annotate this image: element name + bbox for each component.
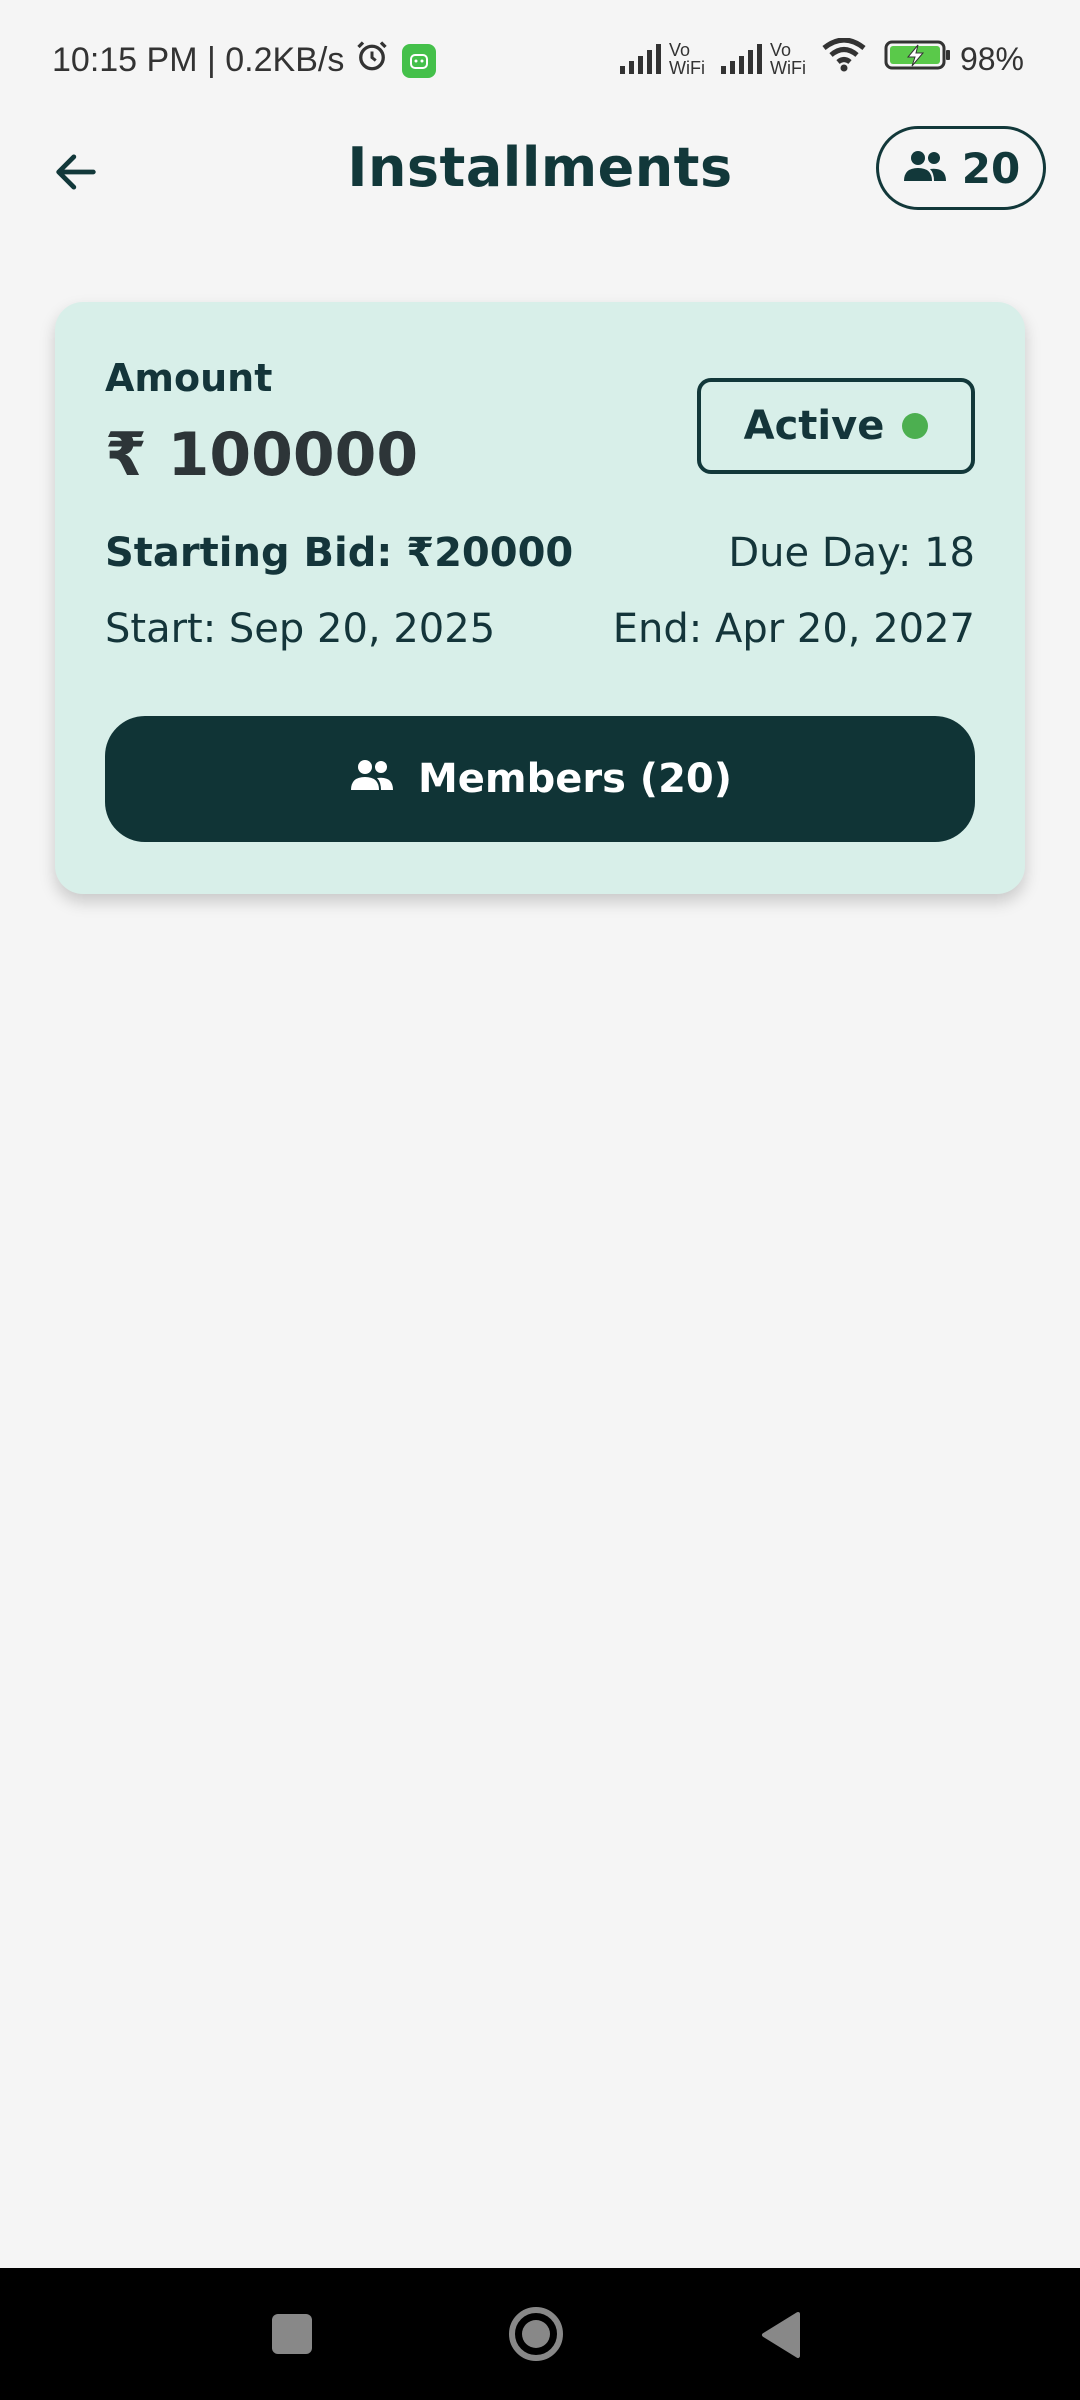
app-bar: Installments 20 bbox=[0, 120, 1080, 220]
alarm-icon bbox=[354, 38, 390, 83]
people-icon bbox=[348, 756, 396, 802]
wifi-icon bbox=[822, 37, 866, 80]
status-dot-icon bbox=[902, 413, 929, 439]
status-label: Active bbox=[743, 403, 885, 449]
signal-icon bbox=[619, 44, 661, 74]
people-icon bbox=[902, 144, 948, 193]
status-time-speed: 10:15 PM | 0.2KB/s bbox=[52, 41, 345, 79]
start-date: Start: Sep 20, 2025 bbox=[105, 606, 496, 652]
status-badge: Active bbox=[697, 378, 975, 474]
square-icon[interactable] bbox=[272, 2314, 312, 2354]
system-nav-bar bbox=[0, 2268, 1080, 2400]
vowifi-icon-2: Vo WiFi bbox=[769, 40, 806, 78]
members-count: 20 bbox=[961, 143, 1021, 193]
due-day: Due Day: 18 bbox=[728, 530, 975, 576]
battery-icon bbox=[884, 39, 952, 79]
end-date: End: Apr 20, 2027 bbox=[612, 606, 975, 652]
battery-percent: 98% bbox=[959, 40, 1024, 77]
status-left: 10:15 PM | 0.2KB/s bbox=[52, 38, 437, 83]
app-notification-icon bbox=[402, 43, 437, 78]
status-right: Vo WiFi Vo WiFi 98% bbox=[619, 37, 1024, 80]
amount-label: Amount bbox=[105, 356, 273, 400]
triangle-back-icon[interactable] bbox=[758, 2310, 802, 2360]
signal-icon-2 bbox=[720, 44, 762, 74]
members-count-chip[interactable]: 20 bbox=[876, 126, 1046, 210]
members-button[interactable]: Members (20) bbox=[105, 716, 975, 842]
vowifi-icon: Vo WiFi bbox=[668, 40, 705, 78]
members-button-label: Members (20) bbox=[417, 756, 733, 802]
installment-card[interactable]: Amount ₹ 100000 Active Starting Bid: ₹20… bbox=[55, 302, 1025, 894]
starting-bid: Starting Bid: ₹20000 bbox=[105, 530, 574, 576]
amount-value: ₹ 100000 bbox=[105, 420, 419, 490]
status-bar: 10:15 PM | 0.2KB/s Vo WiFi Vo WiFi 98% bbox=[0, 0, 1080, 120]
circle-icon[interactable] bbox=[508, 2306, 564, 2362]
